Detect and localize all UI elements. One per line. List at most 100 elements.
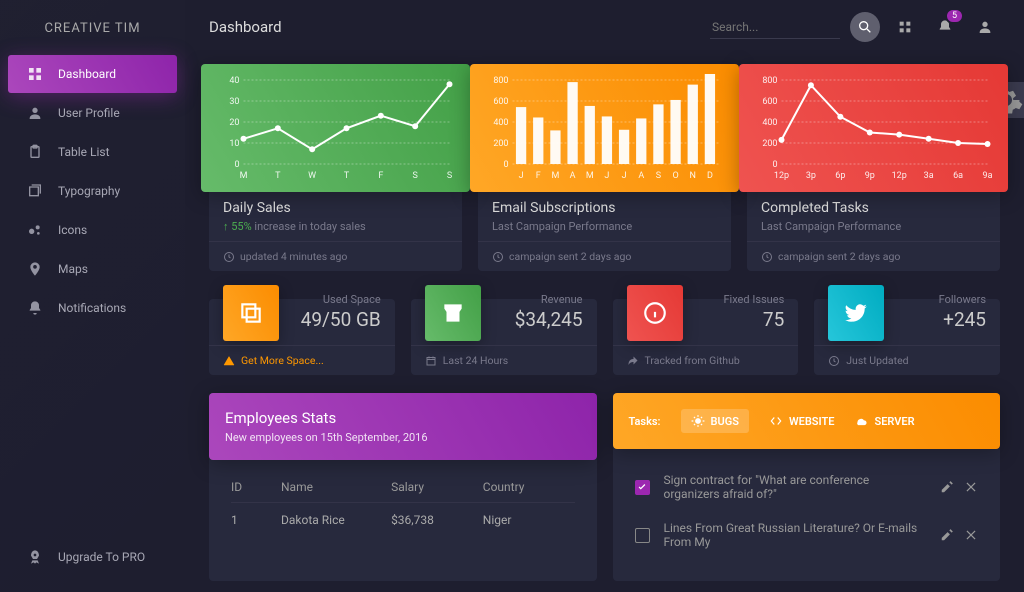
svg-text:0: 0 [772,160,777,170]
sidebar-item-typography[interactable]: Typography [8,172,177,210]
svg-text:F: F [378,171,383,181]
svg-text:A: A [570,171,576,181]
task-list: Sign contract for "What are conference o… [621,449,993,573]
tab-bugs[interactable]: BUGS [681,409,749,433]
th-name: Name [281,480,391,494]
task-text: Lines From Great Russian Literature? Or … [664,521,927,549]
chart-daily-sales: 010203040MTWTFSS [201,64,470,192]
svg-text:40: 40 [229,76,239,86]
sidebar-item-dashboard[interactable]: Dashboard [8,55,177,93]
search-input[interactable] [710,16,840,39]
svg-text:S: S [447,171,452,181]
sidebar-item-label: Upgrade To PRO [58,550,145,564]
sidebar: CREATIVE TIM Dashboard User Profile Tabl… [0,0,185,592]
svg-text:O: O [672,171,678,181]
svg-text:6p: 6p [835,171,845,181]
svg-text:S: S [656,171,661,181]
svg-text:400: 400 [493,118,508,128]
employees-card: Employees Stats New employees on 15th Se… [209,393,597,581]
svg-text:400: 400 [762,118,777,128]
svg-text:12p: 12p [892,171,907,181]
svg-text:M: M [240,171,248,181]
svg-text:N: N [690,171,696,181]
svg-text:M: M [586,171,594,181]
edit-icon[interactable] [940,528,954,542]
sidebar-item-upgrade[interactable]: Upgrade To PRO [8,538,177,576]
stat-card-fixed-issues: Fixed Issues75 Tracked from Github [613,299,799,375]
tab-server[interactable]: SERVER [854,414,914,428]
stat-card-followers: Followers+245 Just Updated [814,299,1000,375]
apps-button[interactable] [890,12,920,42]
stat-card-used-space: Used Space49/50 GB Get More Space... [209,299,395,375]
svg-text:T: T [344,171,350,181]
svg-text:12p: 12p [774,171,789,181]
topbar: Dashboard 5 [185,0,1024,50]
sidebar-item-maps[interactable]: Maps [8,250,177,288]
stat-footer: Just Updated [814,345,1000,375]
task-item: Sign contract for "What are conference o… [635,463,979,511]
svg-text:200: 200 [493,139,508,149]
employees-subtitle: New employees on 15th September, 2016 [225,431,581,444]
chart-footer: campaign sent 2 days ago [478,241,731,271]
tasks-header: Tasks: BUGS WEBSITE SERVER [613,393,1001,449]
svg-text:200: 200 [762,139,777,149]
sidebar-item-notifications[interactable]: Notifications [8,289,177,327]
svg-text:A: A [638,171,644,181]
close-icon[interactable] [964,480,978,494]
sidebar-item-label: User Profile [58,106,120,120]
svg-text:800: 800 [762,76,777,86]
svg-text:0: 0 [234,160,239,170]
task-checkbox[interactable] [635,480,650,495]
tab-website[interactable]: WEBSITE [769,414,835,428]
chart-title: Completed Tasks [761,200,986,216]
notifications-button[interactable]: 5 [930,12,960,42]
employees-table: ID Name Salary Country 1 Dakota Rice $36… [217,460,589,537]
svg-text:9p: 9p [865,171,875,181]
sidebar-item-user-profile[interactable]: User Profile [8,94,177,132]
tasks-card: Tasks: BUGS WEBSITE SERVER Sign contract… [613,393,1001,581]
svg-text:D: D [707,171,713,181]
th-id: ID [231,480,281,494]
sidebar-item-label: Typography [58,184,120,198]
th-salary: Salary [391,480,483,494]
svg-text:20: 20 [229,118,239,128]
tasks-label: Tasks: [629,415,661,428]
chart-completed-tasks: 020040060080012p3p6p9p12p3a6a9a [739,64,1008,192]
employees-title: Employees Stats [225,409,581,427]
svg-text:600: 600 [493,97,508,107]
sidebar-item-icons[interactable]: Icons [8,211,177,249]
edit-icon[interactable] [940,480,954,494]
stat-footer-link[interactable]: Get More Space... [209,345,395,375]
chart-subtitle: Last Campaign Performance [492,220,717,233]
chart-title: Email Subscriptions [492,200,717,216]
chart-email-subscriptions: 0200400600800JFMAMJJASOND [470,64,739,192]
th-country: Country [483,480,575,494]
sidebar-item-label: Notifications [58,301,126,315]
chart-footer: updated 4 minutes ago [209,241,462,271]
employees-header: Employees Stats New employees on 15th Se… [209,393,597,460]
bell-icon [26,299,44,317]
sidebar-item-label: Icons [58,223,87,237]
sidebar-item-table-list[interactable]: Table List [8,133,177,171]
task-text: Sign contract for "What are conference o… [664,473,927,501]
sidebar-nav: Dashboard User Profile Table List Typogr… [0,54,185,537]
close-icon[interactable] [964,528,978,542]
svg-text:S: S [412,171,417,181]
svg-text:6a: 6a [953,171,963,181]
sidebar-item-label: Maps [58,262,88,276]
svg-text:9a: 9a [983,171,993,181]
svg-text:F: F [536,171,541,181]
clipboard-icon [26,143,44,161]
search-button[interactable] [850,12,880,42]
notification-badge: 5 [945,8,964,24]
svg-text:0: 0 [503,160,508,170]
library-icon [26,182,44,200]
location-icon [26,260,44,278]
page-title: Dashboard [209,18,282,36]
task-checkbox[interactable] [635,528,650,543]
chart-footer: campaign sent 2 days ago [747,241,1000,271]
stat-footer: Last 24 Hours [411,345,597,375]
account-button[interactable] [970,12,1000,42]
svg-text:J: J [604,171,609,181]
svg-text:3p: 3p [806,171,816,181]
